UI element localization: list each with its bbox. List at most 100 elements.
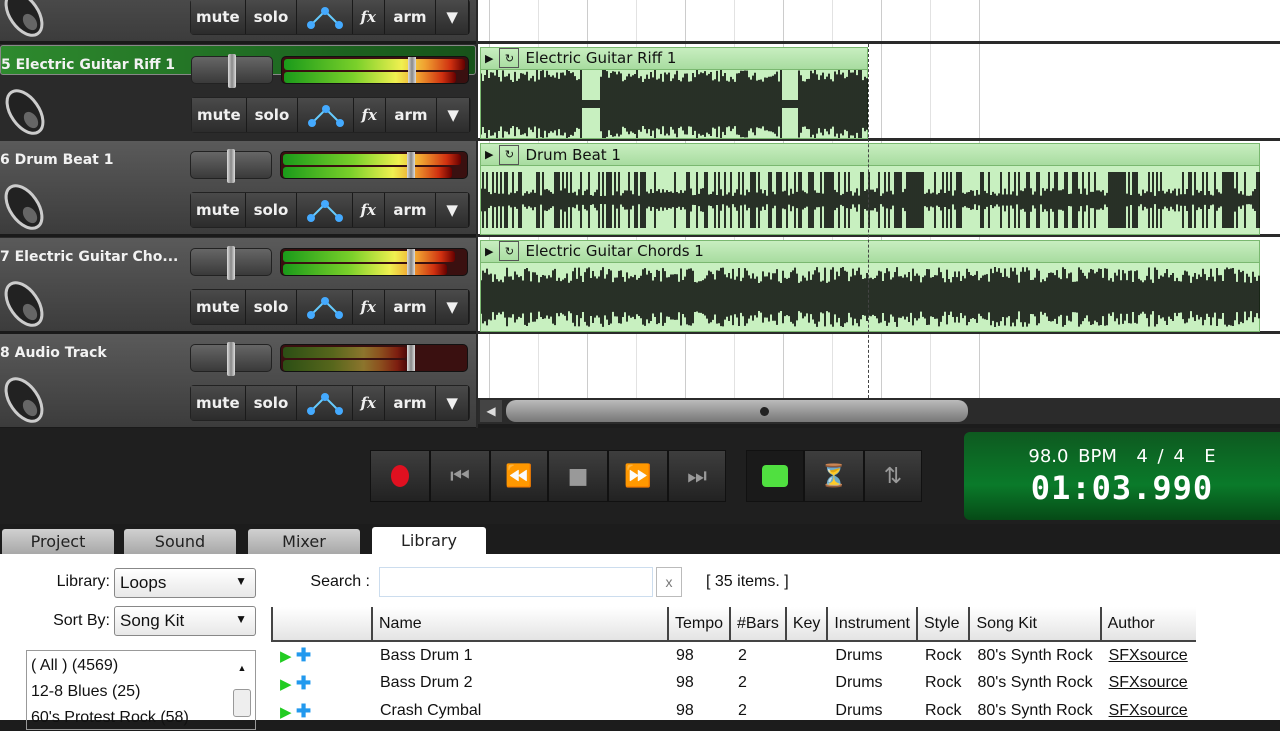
go-to-start-button[interactable]: ⏮ [430, 450, 490, 502]
scroll-thumb[interactable] [233, 689, 251, 717]
table-row[interactable]: ▶ ✚ Crash Cymbal 98 2 Drums Rock 80's Synth Ro… [272, 697, 1196, 725]
envelope-button[interactable] [297, 0, 353, 34]
rewind-button[interactable]: ⏪ [490, 450, 548, 502]
column-header[interactable]: #Bars [729, 607, 786, 642]
pan-slider[interactable] [191, 53, 273, 88]
mute-button[interactable]: mute [192, 97, 247, 132]
track-header[interactable]: 7 Electric Guitar Cho... mute solo fx arm ▼ [0, 237, 476, 334]
arm-button[interactable]: arm [385, 97, 438, 132]
fx-button[interactable]: fx [352, 386, 385, 420]
envelope-button[interactable] [297, 193, 353, 227]
envelope-button[interactable] [298, 97, 354, 132]
scroll-up-icon[interactable]: ▲ [233, 655, 251, 681]
fx-button[interactable]: fx [352, 0, 385, 34]
track-header[interactable]: 8 Audio Track mute solo fx arm ▼ [0, 334, 476, 428]
category-item[interactable]: 12-8 Blues (25) [31, 679, 251, 705]
menu-button[interactable]: ▼ [436, 193, 469, 227]
add-icon[interactable]: ✚ [296, 673, 311, 693]
preview-play-icon[interactable]: ▶ [280, 676, 292, 693]
volume-knob[interactable] [408, 56, 416, 83]
tab-project[interactable]: Project [2, 529, 114, 554]
audio-clip[interactable]: ▶ ↻ Drum Beat 1 [480, 143, 1260, 235]
mute-button[interactable]: mute [191, 193, 246, 227]
volume-meter[interactable] [280, 247, 468, 276]
arm-button[interactable]: arm [384, 0, 437, 34]
category-list[interactable]: ( All ) (4569) 12-8 Blues (25) 60's Prot… [26, 650, 256, 730]
menu-button[interactable]: ▼ [436, 0, 469, 34]
track-header[interactable]: 6 Drum Beat 1 mute solo fx arm ▼ [0, 141, 476, 237]
clear-search-button[interactable]: x [656, 567, 682, 597]
pan-knob[interactable] [227, 149, 235, 183]
arm-button[interactable]: arm [384, 193, 437, 227]
mute-button[interactable]: mute [191, 386, 246, 420]
import-export-button[interactable]: ⇅ [864, 450, 922, 502]
timeline[interactable]: ▶ ↻ Electric Guitar Riff 1 ▶ ↻ Drum Beat 1 ▶ ↻ E… [478, 0, 1280, 398]
envelope-button[interactable] [297, 386, 353, 420]
audio-clip[interactable]: ▶ ↻ Electric Guitar Chords 1 [480, 239, 1260, 332]
column-header[interactable]: Key [784, 607, 828, 642]
tab-mixer[interactable]: Mixer [248, 529, 360, 554]
arm-button[interactable]: arm [384, 386, 437, 420]
volume-meter[interactable] [281, 55, 469, 84]
loop-icon[interactable]: ↻ [499, 48, 520, 68]
volume-knob[interactable] [407, 152, 415, 178]
pan-slider[interactable] [190, 245, 272, 280]
preview-play-icon[interactable]: ▶ [280, 648, 292, 665]
preview-play-icon[interactable]: ▶ [280, 704, 292, 721]
table-row[interactable]: ▶ ✚ Bass Drum 1 98 2 Drums Rock 80's Synth Roc… [272, 641, 1196, 669]
envelope-button[interactable] [297, 289, 353, 324]
solo-button[interactable]: solo [245, 289, 298, 324]
solo-button[interactable]: solo [245, 386, 298, 420]
audio-clip[interactable]: ▶ ↻ Electric Guitar Riff 1 [480, 46, 868, 139]
track-name[interactable]: 7 Electric Guitar Cho... [0, 249, 185, 265]
menu-button[interactable]: ▼ [437, 97, 470, 132]
column-header[interactable]: Style [915, 607, 970, 642]
column-header[interactable]: Song Kit [968, 607, 1101, 642]
table-row[interactable]: ▶ ✚ Bass Drum 2 98 2 Drums Rock 80's Synth Roc… [272, 669, 1196, 697]
volume-knob[interactable] [407, 345, 415, 371]
category-item[interactable]: 60's Protest Rock (58) [31, 705, 251, 731]
metronome-button[interactable]: ⏳ [804, 450, 864, 502]
column-header[interactable]: Author [1099, 607, 1196, 642]
fast-forward-button[interactable]: ⏩ [608, 450, 668, 502]
pan-knob[interactable] [227, 342, 235, 376]
category-scrollbar[interactable]: ▲ [233, 655, 251, 725]
loop-button[interactable] [746, 450, 804, 502]
arm-button[interactable]: arm [384, 289, 437, 324]
pan-knob[interactable] [227, 245, 235, 280]
sort-by-select[interactable]: Song Kit ▼ [114, 606, 256, 636]
solo-button[interactable]: solo [245, 0, 298, 34]
play-arrow-icon[interactable]: ▶ [485, 52, 493, 65]
play-arrow-icon[interactable]: ▶ [485, 148, 493, 161]
scroll-thumb[interactable] [506, 400, 968, 422]
pan-slider[interactable] [190, 149, 272, 183]
menu-button[interactable]: ▼ [436, 289, 469, 324]
fx-button[interactable]: fx [352, 289, 385, 324]
tab-sound[interactable]: Sound [124, 529, 236, 554]
go-to-end-button[interactable]: ⏭ [668, 450, 726, 502]
track-header[interactable]: 5 Electric Guitar Riff 1 mute solo fx arm ▼ [0, 44, 476, 135]
solo-button[interactable]: solo [245, 193, 298, 227]
track-name[interactable]: 6 Drum Beat 1 [0, 152, 185, 168]
scroll-left-button[interactable]: ◀ [480, 400, 502, 422]
category-item[interactable]: ( All ) (4569) [31, 653, 251, 679]
search-input[interactable] [379, 567, 653, 597]
add-icon[interactable]: ✚ [296, 645, 311, 665]
horizontal-scrollbar[interactable]: ◀ [478, 398, 1280, 424]
loop-icon[interactable]: ↻ [499, 241, 520, 261]
pan-slider[interactable] [190, 342, 272, 376]
pan-knob[interactable] [228, 53, 236, 88]
track-header[interactable]: mute solo fx arm ▼ [0, 0, 476, 44]
volume-knob[interactable] [407, 248, 415, 275]
tab-library[interactable]: Library [372, 527, 486, 554]
record-button[interactable] [370, 450, 430, 502]
column-header[interactable] [271, 607, 372, 642]
track-name[interactable]: 8 Audio Track [0, 345, 185, 361]
mute-button[interactable]: mute [191, 289, 246, 324]
mute-button[interactable]: mute [191, 0, 246, 34]
menu-button[interactable]: ▼ [436, 386, 469, 420]
loop-icon[interactable]: ↻ [499, 144, 520, 165]
volume-meter[interactable] [280, 344, 468, 372]
column-header[interactable]: Name [371, 607, 668, 642]
column-header[interactable]: Tempo [666, 607, 731, 642]
